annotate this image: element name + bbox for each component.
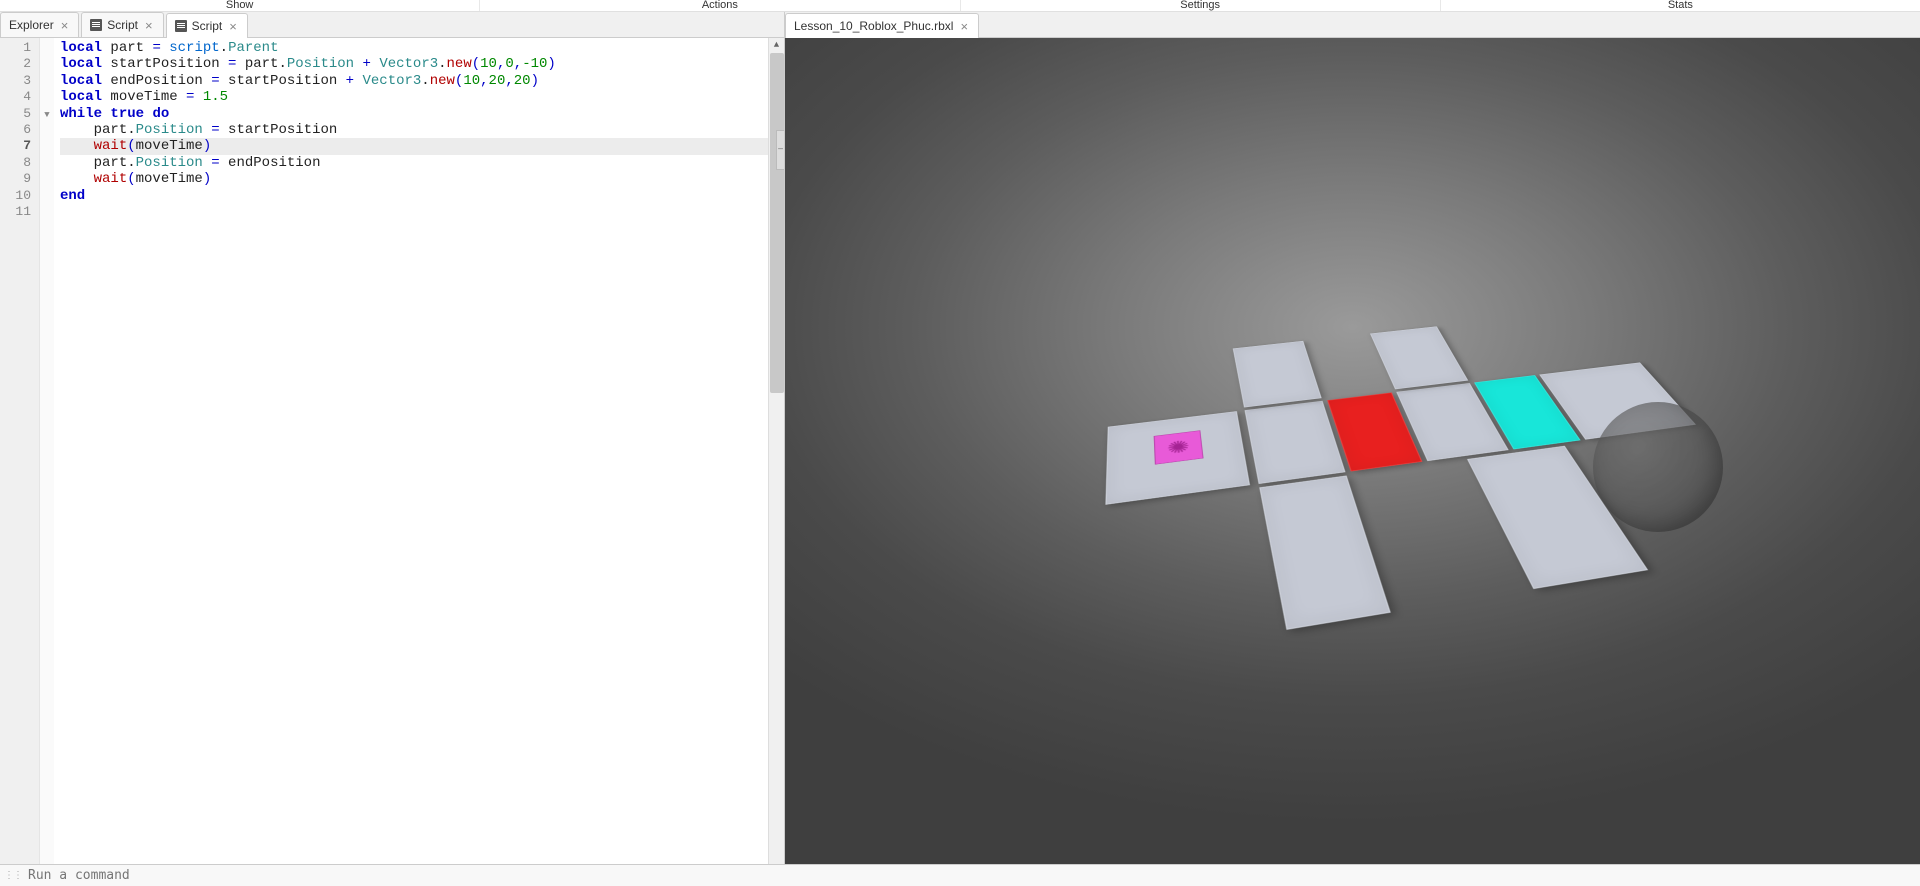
close-icon[interactable]: × <box>958 19 970 34</box>
floor-tile-8 <box>1259 476 1390 630</box>
spawn-star-icon <box>1162 436 1195 459</box>
code-content[interactable]: local part = script.Parentlocal startPos… <box>54 38 784 864</box>
command-input[interactable] <box>28 868 1916 883</box>
scroll-up-icon[interactable]: ▲ <box>769 38 784 52</box>
line-number: 9 <box>0 171 31 187</box>
top-toolbar: Show Actions Settings Stats <box>0 0 1920 12</box>
fold-toggle-icon[interactable]: ▼ <box>44 110 49 120</box>
viewport-tabbar: Lesson_10_Roblox_Phuc.rbxl × <box>785 12 1920 38</box>
spawn-pad <box>1153 430 1203 465</box>
close-icon[interactable]: × <box>227 19 239 34</box>
toolbar-settings[interactable]: Settings <box>961 0 1441 11</box>
editor-tab-0[interactable]: Explorer × <box>0 12 79 37</box>
line-number: 6 <box>0 122 31 138</box>
code-line[interactable] <box>60 204 784 220</box>
viewport-panel: Lesson_10_Roblox_Phuc.rbxl × <box>785 12 1920 864</box>
panel-collapse-handle[interactable]: — <box>776 130 784 170</box>
code-line[interactable]: while true do <box>60 106 784 122</box>
close-icon[interactable]: × <box>143 18 155 33</box>
rock-sphere <box>1593 402 1723 532</box>
viewport-tab-0[interactable]: Lesson_10_Roblox_Phuc.rbxl × <box>785 13 979 38</box>
line-number: 2 <box>0 56 31 72</box>
line-number: 8 <box>0 155 31 171</box>
code-line[interactable]: local part = script.Parent <box>60 40 784 56</box>
script-icon <box>90 19 102 31</box>
code-editor[interactable]: 1234567891011 ▼ local part = script.Pare… <box>0 38 784 864</box>
toolbar-actions[interactable]: Actions <box>480 0 960 11</box>
line-number: 3 <box>0 73 31 89</box>
line-number: 4 <box>0 89 31 105</box>
code-line[interactable]: wait(moveTime) <box>60 138 784 154</box>
code-line[interactable]: part.Position = endPosition <box>60 155 784 171</box>
line-number: 11 <box>0 204 31 220</box>
code-line[interactable]: local startPosition = part.Position + Ve… <box>60 56 784 72</box>
line-number: 1 <box>0 40 31 56</box>
main-split: Explorer × Script × Script × 1234567891011 ▼ … <box>0 12 1920 864</box>
floor-tile-7 <box>1370 326 1468 389</box>
tab-label: Script <box>107 18 138 32</box>
floor-tile-6 <box>1232 341 1321 408</box>
code-line[interactable]: end <box>60 188 784 204</box>
code-line[interactable]: part.Position = startPosition <box>60 122 784 138</box>
floor-tile-1 <box>1244 401 1345 484</box>
toolbar-stats[interactable]: Stats <box>1441 0 1920 11</box>
command-bar[interactable]: ⋮⋮ <box>0 864 1920 886</box>
3d-scene <box>1073 242 1633 622</box>
editor-tabbar: Explorer × Script × Script × <box>0 12 784 38</box>
script-editor-panel: Explorer × Script × Script × 1234567891011 ▼ … <box>0 12 785 864</box>
editor-tab-1[interactable]: Script × <box>81 12 163 37</box>
game-viewport[interactable] <box>785 38 1920 864</box>
line-number: 7 <box>0 138 31 154</box>
scroll-thumb[interactable] <box>770 53 784 393</box>
editor-tab-2[interactable]: Script × <box>166 13 248 38</box>
line-number: 10 <box>0 188 31 204</box>
grip-icon: ⋮⋮ <box>4 870 22 881</box>
code-line[interactable]: wait(moveTime) <box>60 171 784 187</box>
tab-label: Script <box>192 19 223 33</box>
fold-column: ▼ <box>40 38 54 864</box>
tab-label: Explorer <box>9 18 54 32</box>
close-icon[interactable]: × <box>59 18 71 33</box>
code-line[interactable]: local endPosition = startPosition + Vect… <box>60 73 784 89</box>
script-icon <box>175 20 187 32</box>
code-line[interactable]: local moveTime = 1.5 <box>60 89 784 105</box>
toolbar-show[interactable]: Show <box>0 0 480 11</box>
tab-label: Lesson_10_Roblox_Phuc.rbxl <box>794 19 953 33</box>
line-number: 5 <box>0 106 31 122</box>
line-gutter: 1234567891011 <box>0 38 40 864</box>
